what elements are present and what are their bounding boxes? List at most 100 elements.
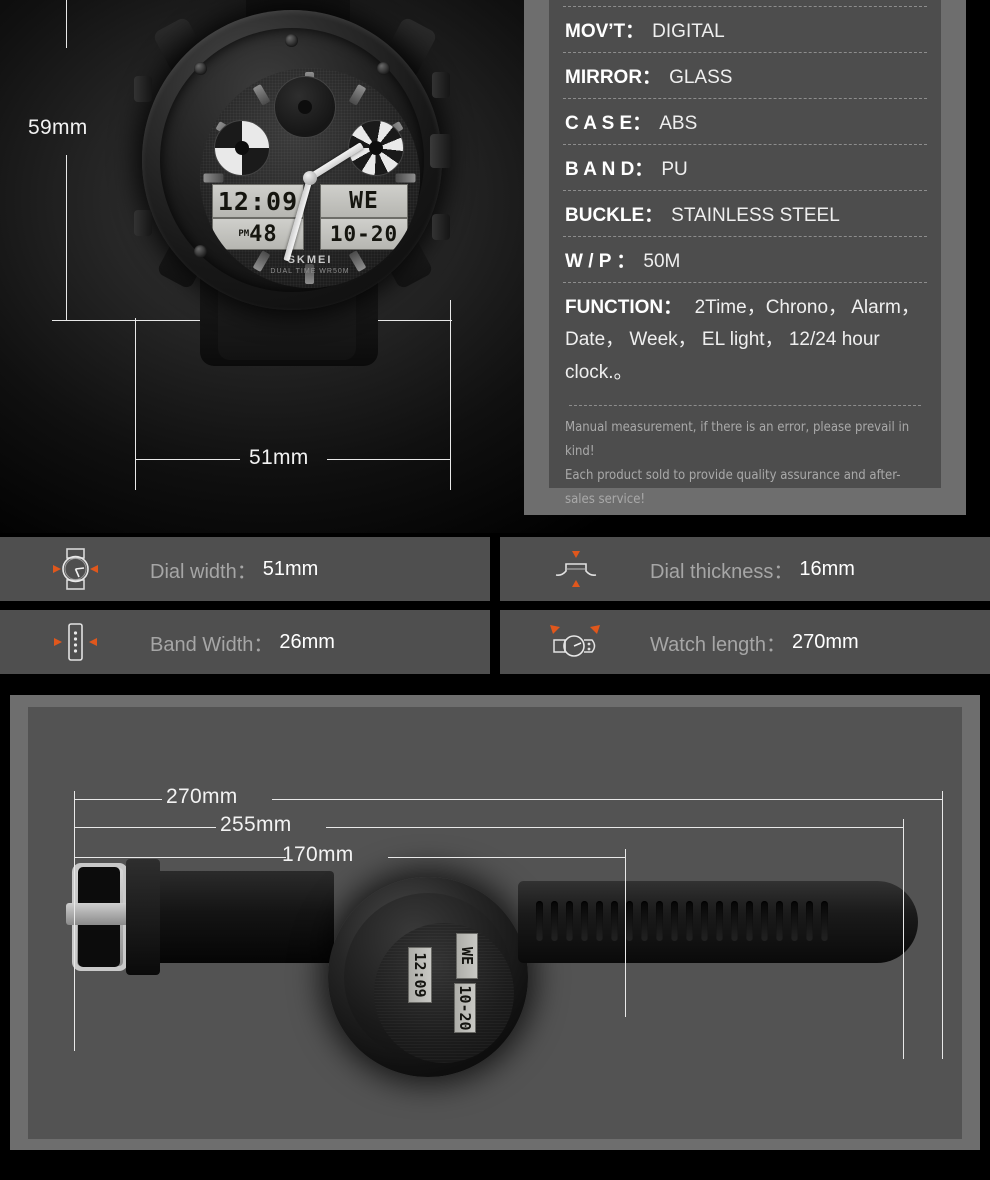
lcd-seconds-value: 48 — [249, 221, 278, 247]
spec-panel: WEIGHT： 59g MOV’T： DIGITAL MIRROR： GLASS… — [524, 0, 966, 515]
watch-pusher — [432, 214, 450, 240]
left-subdial — [214, 120, 270, 176]
dim-tick-right-270 — [942, 791, 943, 1059]
measurement-cell-dial-width: Dial width： 51mm — [0, 537, 490, 601]
hero-section: 59mm 12:09 PM 48 WE 10-20 SKMEI DUAL TIM… — [0, 0, 990, 533]
dim-line-height-upper — [66, 0, 67, 48]
watch-profile-icon — [500, 547, 650, 591]
bezel-screw — [377, 62, 390, 75]
spec-key: B A N D： — [565, 159, 654, 180]
strap-hole — [686, 901, 693, 941]
spec-key: C A S E： — [565, 113, 652, 134]
strap-hole — [761, 901, 768, 941]
dim-label-170: 170mm — [282, 843, 354, 866]
watch-pusher — [432, 72, 450, 98]
strap-hole — [536, 901, 543, 941]
strap-keeper — [126, 859, 160, 975]
hand-hub — [303, 171, 317, 185]
measurement-cell-band-width: Band Width： 26mm — [0, 610, 490, 674]
watch-pusher — [134, 76, 152, 102]
note-line: Manual measurement, if there is an error… — [565, 419, 910, 459]
spec-row: B A N D： PU — [563, 145, 927, 191]
hour-index — [252, 83, 271, 106]
spec-value: 50M — [643, 251, 681, 272]
brand-subtitle: DUAL TIME WR50M — [270, 268, 350, 275]
spec-key: W / P ： — [565, 251, 636, 272]
strap-hole — [656, 901, 663, 941]
lcd-date-side: 10-20 — [454, 983, 476, 1033]
spec-row: BUCKLE： STAINLESS STEEL — [563, 191, 927, 237]
spec-value: ABS — [659, 113, 698, 134]
strap-hole — [596, 901, 603, 941]
lcd-weekday-side: WE — [456, 933, 478, 979]
strap-hole — [671, 901, 678, 941]
dim-tick-left-outer — [74, 791, 75, 1051]
spec-key: MOV’T： — [565, 21, 645, 42]
strap-hole — [701, 901, 708, 941]
watch-length-panel: 12:09 WE 10-20 270mm 255mm 170mm — [10, 695, 980, 1150]
strap-hole — [716, 901, 723, 941]
lcd-ampm: PM — [238, 229, 250, 239]
hour-index — [203, 173, 224, 183]
strap-hole — [731, 901, 738, 941]
strap-hole — [626, 901, 633, 941]
note-line: Each product sold to provide quality ass… — [565, 467, 901, 508]
measurement-label: Dial thickness： — [650, 560, 794, 583]
dim-tick-right-255 — [903, 819, 904, 1059]
dim-tick-left-width — [135, 318, 136, 490]
dim-line-255-left — [74, 827, 216, 828]
strap-hole — [776, 901, 783, 941]
hour-index — [348, 83, 367, 106]
strap-holes — [536, 899, 888, 943]
measurement-strip: Dial width： 51mm Dial thickness： 16mm Ba… — [0, 533, 990, 695]
note-divider — [569, 404, 921, 406]
strap-hole — [581, 901, 588, 941]
watch-side-icon — [500, 619, 650, 665]
measurement-cell-dial-thickness: Dial thickness： 16mm — [500, 537, 990, 601]
bezel-screw — [285, 34, 298, 47]
dim-label-height: 59mm — [28, 116, 88, 139]
brand-label: SKMEI — [287, 254, 333, 266]
measurement-value: 51mm — [262, 557, 319, 580]
watch-side-illustration: 12:09 WE 10-20 — [28, 707, 962, 1139]
band-width-icon — [0, 619, 150, 665]
measurement-value: 16mm — [799, 557, 855, 580]
lcd-weekday: WE — [320, 184, 408, 218]
spec-value: GLASS — [669, 67, 733, 88]
dim-line-170-right — [388, 857, 626, 858]
dim-label-255: 255mm — [220, 813, 292, 836]
measurement-label: Watch length： — [650, 633, 786, 656]
chrono-subdial — [274, 76, 336, 138]
strap-hole — [566, 901, 573, 941]
dim-line-170-left — [74, 857, 286, 858]
dim-tick-right-170 — [625, 849, 626, 1017]
strap-hole — [806, 901, 813, 941]
measurement-label: Band Width： — [150, 633, 274, 656]
measurement-label: Dial width： — [150, 560, 257, 583]
hour-index — [395, 173, 416, 183]
dim-line-270-left — [74, 799, 162, 800]
spec-value: PU — [661, 159, 688, 180]
spec-key: MIRROR： — [565, 67, 662, 88]
spec-row: W / P ： 50M — [563, 237, 927, 283]
spec-panel-inner: WEIGHT： 59g MOV’T： DIGITAL MIRROR： GLASS… — [549, 0, 941, 507]
measurement-value: 26mm — [279, 630, 335, 653]
watch-length-panel-inner: 12:09 WE 10-20 270mm 255mm 170mm — [28, 707, 962, 1139]
watch-front-photo: 59mm 12:09 PM 48 WE 10-20 SKMEI DUAL TIM… — [0, 0, 540, 533]
lcd-time: 12:09 — [212, 184, 304, 218]
watch-dial-side: 12:09 WE 10-20 — [374, 923, 514, 1063]
dim-line-width-left — [135, 459, 240, 460]
dim-label-270: 270mm — [166, 785, 238, 808]
watch-dial: 12:09 PM 48 WE 10-20 SKMEI DUAL TIME WR5… — [200, 68, 420, 288]
strap-right — [518, 881, 918, 963]
spec-key: BUCKLE： — [565, 205, 664, 226]
spec-value: DIGITAL — [652, 21, 725, 42]
spec-key-function: FUNCTION： — [565, 297, 683, 318]
watch-pusher — [134, 210, 152, 236]
dim-line-height-lower — [66, 155, 67, 320]
strap-hole — [791, 901, 798, 941]
spec-row: MIRROR： GLASS — [563, 53, 927, 99]
strap-hole — [551, 901, 558, 941]
strap-hole — [641, 901, 648, 941]
watch-crown — [430, 134, 452, 168]
